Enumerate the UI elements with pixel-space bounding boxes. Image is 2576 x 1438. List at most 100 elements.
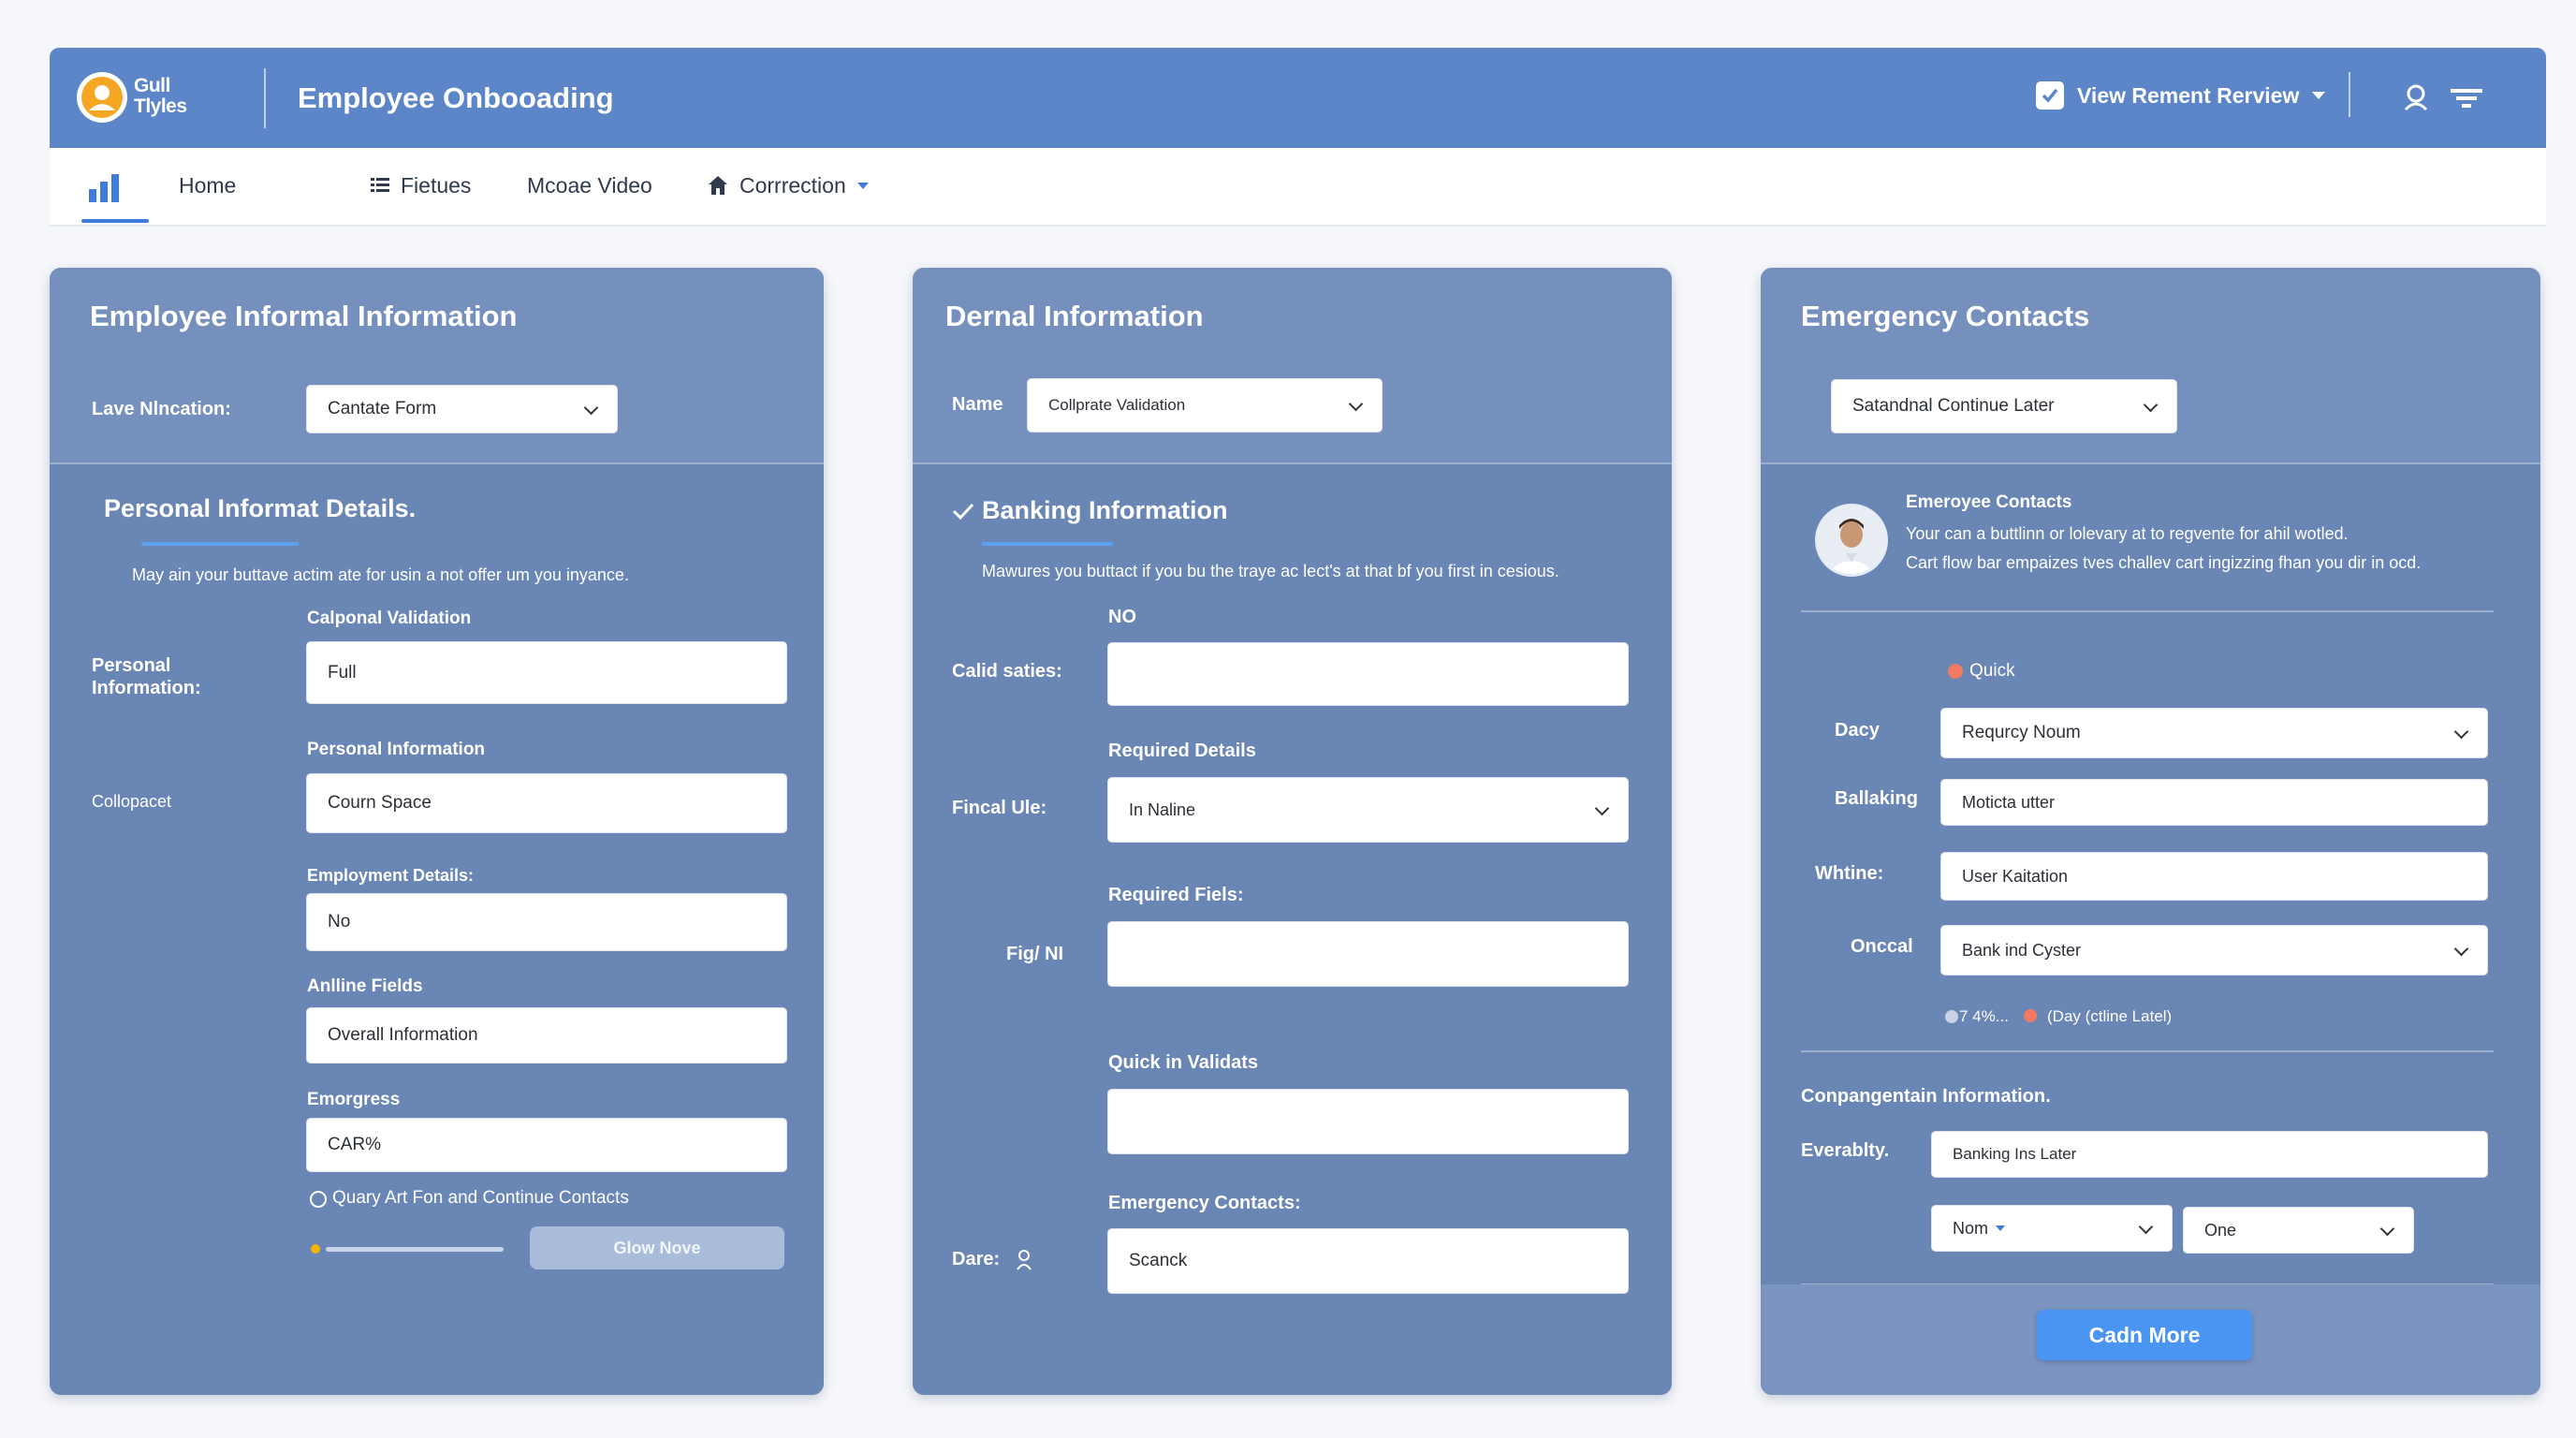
view-menu[interactable]: View Rement Rerview (2036, 81, 2326, 110)
section-title: Personal Informat Details. (104, 494, 417, 522)
chevron-down-icon (2312, 92, 2326, 99)
contact-title: Emeroyee Contacts (1906, 492, 2072, 512)
quick-validats-field[interactable] (1107, 1089, 1629, 1154)
panel-header (1761, 268, 2540, 464)
row-label: Everablty. (1801, 1140, 1890, 1161)
section-title: Banking Information (982, 496, 1228, 524)
side-label: Collopacet (92, 792, 172, 811)
panel-title: Employee Informal Information (90, 300, 518, 332)
emergency-field[interactable]: CAR% (306, 1118, 787, 1172)
personal-info-field[interactable]: Courn Space (306, 773, 787, 833)
dernal-info-panel: Dernal Information Name Collprate Valida… (913, 268, 1672, 1395)
field-label: Quick in Validats (1108, 1052, 1259, 1073)
house-icon (709, 176, 727, 195)
section-description: Mawures you buttact if you bu the traye … (982, 562, 1559, 580)
quick-label: Quick (1969, 661, 2015, 681)
whtine-field[interactable]: User Kaitation (1940, 852, 2488, 901)
nom-select[interactable]: Nom (1931, 1205, 2173, 1252)
view-menu-label: View Rement Rerview (2077, 82, 2300, 108)
app-title: Employee Onbooading (298, 81, 614, 114)
field-label: Employment Details: (307, 866, 475, 885)
user-badge-icon[interactable] (76, 71, 128, 124)
select-value: Nom (1953, 1218, 1989, 1238)
bar-chart-icon[interactable] (87, 172, 124, 202)
filter-icon[interactable] (2451, 87, 2482, 110)
comp-title: Conpangentain Information. (1801, 1086, 2051, 1107)
nav-item-correction[interactable]: Corrrection (708, 148, 869, 223)
logo-text: Gull Tlyles (134, 76, 187, 117)
employment-field[interactable]: No (306, 893, 787, 951)
side-label: Fincal Ule: (952, 798, 1047, 818)
user-icon[interactable] (2403, 83, 2429, 111)
divider (264, 68, 266, 128)
continue-later-select[interactable]: Satandnal Continue Later (1831, 379, 2177, 433)
status-dot-icon (2024, 1009, 2037, 1022)
panel-title: Emergency Contacts (1801, 300, 2090, 332)
side-label: Fig/ NI (1006, 944, 1064, 964)
calid-saties-field[interactable] (1107, 642, 1629, 706)
avatar-image (1818, 506, 1885, 574)
chevron-down-icon (856, 182, 869, 189)
glow-nove-button[interactable]: Glow Nove (530, 1226, 784, 1269)
radio-button[interactable] (310, 1191, 327, 1208)
divider (1801, 610, 2494, 612)
field-label: Required Fiels: (1108, 885, 1244, 905)
status-note: (Day (ctline Latel) (2047, 1007, 2173, 1025)
location-select[interactable]: Cantate Form (306, 385, 618, 433)
field-label: Calponal Validation (307, 609, 472, 628)
validation-field[interactable]: Full (306, 641, 787, 704)
radio-label: Quary Art Fon and Continue Contacts (332, 1188, 629, 1208)
field-label: Required Details (1108, 741, 1256, 761)
emergency-contacts-panel: Emergency Contacts Satandnal Continue La… (1761, 268, 2540, 1395)
oncal-select[interactable]: Bank ind Cyster (1940, 925, 2488, 976)
cadn-more-button[interactable]: Cadn More (2037, 1310, 2252, 1360)
main-nav: Home Fietues Mcoae Video Corrrection (50, 148, 2546, 227)
ballaking-field[interactable]: Moticta utter (1940, 779, 2488, 826)
field-label: Emergency Contacts: (1108, 1193, 1301, 1213)
employee-info-panel: Employee Informal Information Lave Nlnca… (50, 268, 824, 1395)
name-select[interactable]: Collprate Validation (1027, 378, 1383, 433)
progress-bar (326, 1247, 504, 1252)
contact-line: Your can a buttlinn or lolevary at to re… (1906, 524, 2349, 543)
logo-line-2: Tlyles (134, 95, 187, 117)
field-label: Personal Information (307, 740, 486, 759)
avatar (1815, 504, 1888, 577)
field-label: Emorgress (307, 1090, 401, 1109)
row-label: Onccal (1851, 936, 1913, 957)
emergency-contacts-field[interactable]: Scanck (1107, 1228, 1629, 1294)
chevron-down-icon (1996, 1225, 2006, 1231)
field-label: Anlline Fields (307, 976, 423, 996)
divider (1801, 1050, 2494, 1052)
divider (2349, 72, 2350, 117)
status-dot-icon (1948, 664, 1963, 679)
row-label: Dacy (1835, 720, 1880, 741)
nav-label: Home (179, 172, 237, 198)
dacy-select[interactable]: Requrcy Noum (1940, 708, 2488, 758)
online-fields-field[interactable]: Overall Information (306, 1007, 787, 1064)
list-icon (371, 178, 389, 192)
nav-item-features[interactable]: Fietues (371, 148, 471, 223)
nav-label: Fietues (401, 172, 472, 198)
nav-item-home[interactable]: Home (179, 148, 236, 223)
top-bar: Gull Tlyles Employee Onbooading View Rem… (50, 48, 2546, 148)
everabilty-field[interactable]: Banking Ins Later (1931, 1131, 2488, 1178)
name-label: Name (952, 394, 1003, 415)
person-icon (1017, 1250, 1032, 1270)
checkmark-icon (952, 503, 974, 521)
contact-line: Cart flow bar empaizes tves challev cart… (1906, 553, 2422, 572)
required-fields-field[interactable] (1107, 921, 1629, 987)
row-label: Ballaking (1835, 788, 1918, 809)
logo-line-1: Gull (134, 75, 170, 96)
section-description: May ain your buttave actim ate for usin … (132, 565, 629, 584)
panel-header (50, 268, 824, 464)
nav-label: Mcoae Video (527, 172, 652, 198)
fincal-select[interactable]: In Naline (1107, 777, 1629, 843)
row-label: Whtine: (1815, 863, 1884, 884)
nav-label: Corrrection (739, 172, 846, 198)
group-label: Personal Information: (92, 655, 201, 698)
progress-indicator (311, 1244, 320, 1254)
nav-item-video[interactable]: Mcoae Video (527, 148, 652, 223)
field-label: NO (1108, 607, 1136, 627)
one-select[interactable]: One (2183, 1207, 2414, 1254)
side-label: Calid saties: (952, 661, 1062, 682)
